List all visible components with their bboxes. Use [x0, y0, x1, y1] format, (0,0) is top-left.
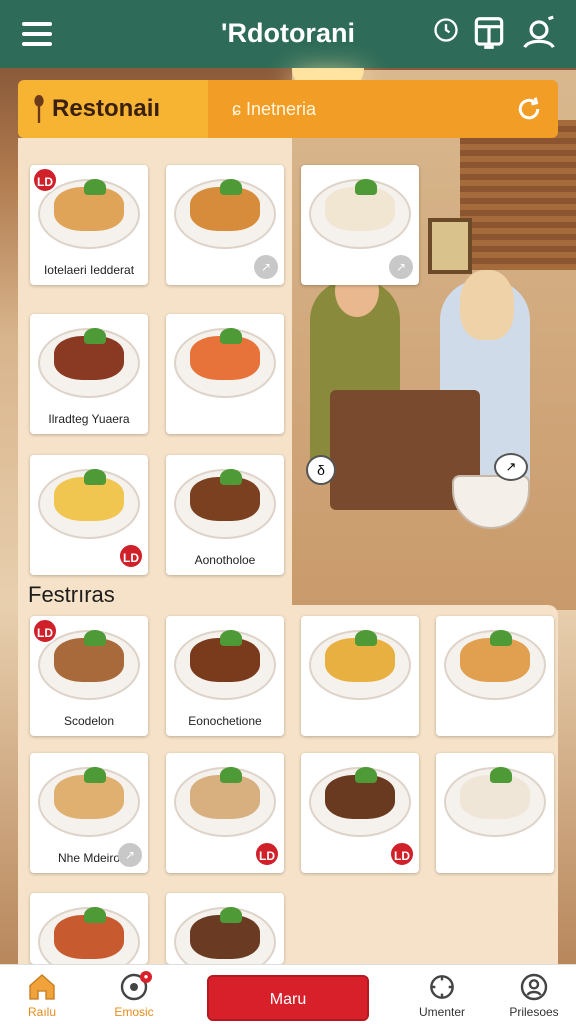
garnish-illustration: [220, 767, 242, 783]
location-filter[interactable]: ɕ Inetneria: [232, 99, 316, 120]
garnish-illustration: [220, 630, 242, 646]
dish-card[interactable]: LD: [30, 455, 148, 575]
garnish-illustration: [220, 469, 242, 485]
dish-name: Aonotholoe: [194, 553, 256, 567]
garnish-illustration: [355, 630, 377, 646]
dish-card[interactable]: [436, 753, 554, 873]
dish-card[interactable]: LD: [301, 753, 419, 873]
chart-icon[interactable]: [470, 14, 508, 52]
home-icon: [29, 974, 55, 1000]
dish-card[interactable]: LD: [166, 753, 284, 873]
dish-badge: LD: [254, 841, 280, 867]
expand-icon[interactable]: ↗: [254, 255, 278, 279]
garnish-illustration: [490, 630, 512, 646]
window-blinds-illustration: [460, 120, 576, 270]
dish-name: Iotelaeri Iedderat: [43, 263, 135, 277]
dish-card[interactable]: ↗: [301, 165, 419, 285]
bottom-nav: Raılu ● Emosic Maru Umenter Prilesoes: [0, 964, 576, 1024]
garnish-illustration: [84, 907, 106, 923]
dish-card[interactable]: [166, 893, 284, 964]
dish-badge: LD: [32, 618, 58, 644]
garnish-illustration: [84, 179, 106, 195]
garnish-illustration: [84, 328, 106, 344]
scene-marker[interactable]: ↗: [494, 453, 528, 481]
dish-card[interactable]: Scodelon LD: [30, 616, 148, 736]
nav-home[interactable]: Raılu: [2, 971, 82, 1019]
garnish-illustration: [220, 907, 242, 923]
dish-name: Scodelon: [63, 714, 115, 728]
nav-home-label: Raılu: [27, 1005, 56, 1019]
notification-badge: ●: [140, 971, 152, 983]
dish-card[interactable]: Aonotholoe: [166, 455, 284, 575]
menu-button[interactable]: Maru: [207, 975, 369, 1021]
nav-discover-label: Emosic: [114, 1005, 154, 1019]
clock-icon[interactable]: [432, 16, 460, 44]
section-title: Restonaiı: [52, 95, 161, 122]
nav-favorites[interactable]: Umenter: [402, 971, 482, 1019]
dish-badge: LD: [32, 167, 58, 193]
settings-icon: [430, 975, 454, 999]
features-heading: Festrıras: [28, 582, 115, 607]
dish-badge: LD: [389, 841, 415, 867]
dish-card[interactable]: [166, 314, 284, 434]
garnish-illustration: [490, 767, 512, 783]
nav-favorites-label: Umenter: [418, 1005, 465, 1019]
dish-card[interactable]: [301, 616, 419, 736]
spoon-icon: [34, 95, 44, 123]
garnish-illustration: [220, 328, 242, 344]
nav-profile-label: Prilesoes: [509, 1005, 559, 1019]
dish-card[interactable]: Eonochetione: [166, 616, 284, 736]
dish-card[interactable]: [30, 893, 148, 964]
scene-marker[interactable]: δ: [306, 455, 336, 485]
user-icon: [520, 973, 548, 1001]
dish-name: Ilradteg Yuaera: [48, 412, 130, 426]
garnish-illustration: [84, 630, 106, 646]
expand-icon[interactable]: ↗: [118, 843, 142, 867]
section-header: Restonaiı ɕ Inetneria: [18, 80, 558, 138]
garnish-illustration: [220, 179, 242, 195]
dish-badge: LD: [118, 543, 144, 569]
dish-card[interactable]: Iotelaeri Iedderat LD: [30, 165, 148, 285]
dish-card[interactable]: [436, 616, 554, 736]
nav-discover[interactable]: ● Emosic: [94, 971, 174, 1019]
refresh-icon[interactable]: [514, 94, 544, 124]
wall-frame: [428, 218, 472, 274]
dish-name: Eonochetione: [188, 714, 262, 728]
dish-card[interactable]: Ilradteg Yuaera: [30, 314, 148, 434]
profile-icon[interactable]: [520, 14, 558, 52]
diner-woman-head: [460, 270, 514, 340]
nav-profile[interactable]: Prilesoes: [494, 971, 574, 1019]
dish-card[interactable]: ↗: [166, 165, 284, 285]
garnish-illustration: [355, 767, 377, 783]
dish-card[interactable]: Nhe Mdeiro ↗: [30, 753, 148, 873]
expand-icon[interactable]: ↗: [389, 255, 413, 279]
garnish-illustration: [84, 767, 106, 783]
garnish-illustration: [355, 179, 377, 195]
garnish-illustration: [84, 469, 106, 485]
app-header: 'Rdotorani: [0, 0, 576, 68]
